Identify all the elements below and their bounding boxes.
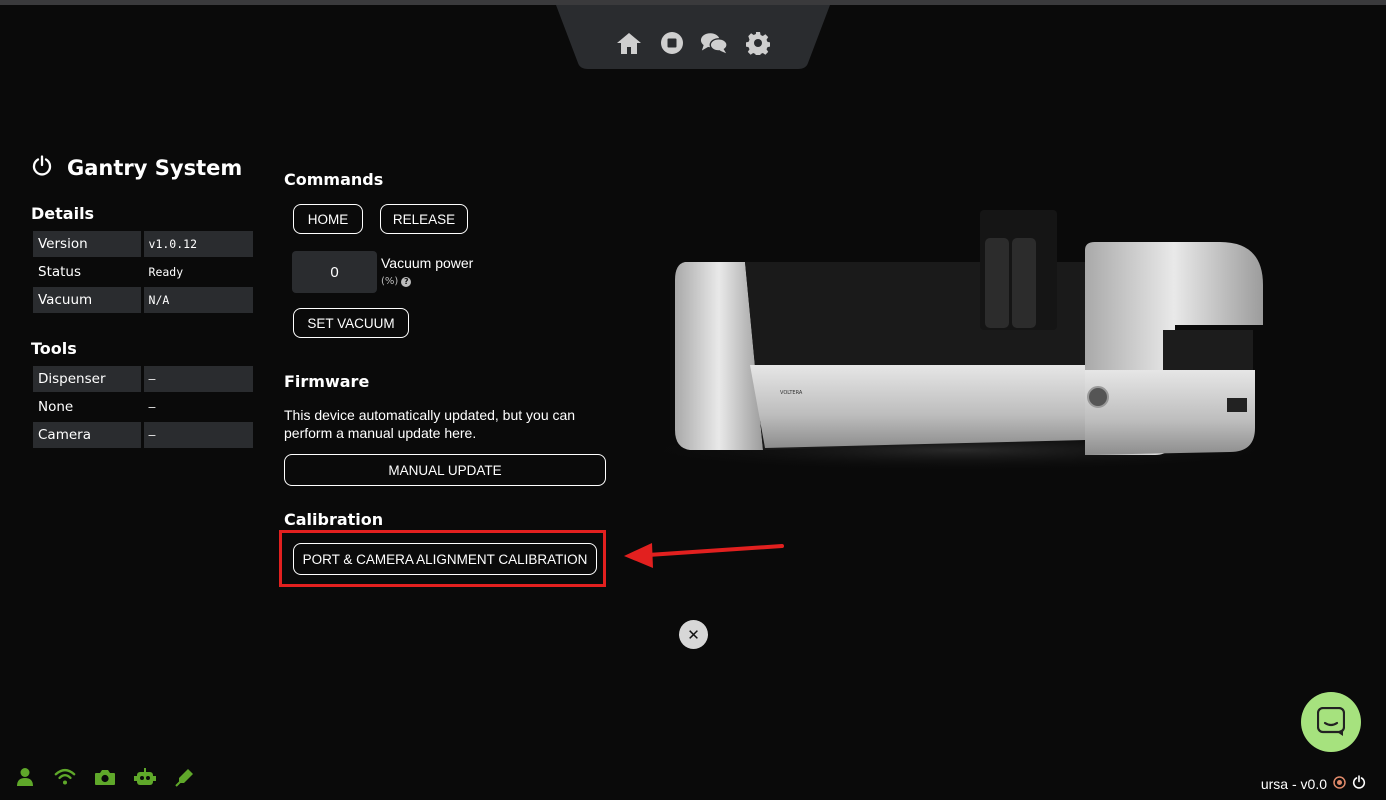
page-title: Gantry System — [67, 156, 243, 180]
commands-heading: Commands — [284, 170, 384, 189]
power-icon[interactable] — [31, 155, 53, 181]
table-row: Camera – — [33, 422, 253, 448]
tools-label: Camera — [33, 422, 141, 448]
chat-icon[interactable] — [700, 29, 728, 57]
pen-icon[interactable] — [174, 766, 196, 788]
tools-label: Dispenser — [33, 366, 141, 392]
camera-icon[interactable] — [94, 766, 116, 788]
firmware-description: This device automatically updated, but y… — [284, 407, 576, 441]
svg-text:VOLTERA: VOLTERA — [780, 390, 803, 396]
details-value: Ready — [148, 265, 184, 279]
arrow-annotation — [624, 543, 784, 568]
user-version-text: ursa - v0.0 — [1260, 775, 1327, 792]
details-value: N/A — [143, 287, 253, 313]
table-row: None – — [33, 394, 253, 420]
status-bar — [14, 766, 196, 788]
tools-label: None — [38, 399, 74, 415]
page-title-row: Gantry System — [31, 152, 242, 184]
details-heading: Details — [31, 204, 95, 223]
tools-value: – — [143, 422, 253, 448]
details-value: v1.0.12 — [143, 231, 253, 257]
wifi-icon[interactable] — [54, 766, 76, 788]
close-icon[interactable]: ✕ — [679, 620, 708, 649]
device-image: VOLTERA — [620, 210, 1300, 472]
details-label: Status — [38, 264, 82, 280]
vacuum-power-label: Vacuum power — [381, 255, 474, 271]
table-row: Vacuum N/A — [33, 287, 253, 313]
manual-update-button[interactable]: MANUAL UPDATE — [284, 454, 606, 486]
gear-icon[interactable] — [744, 29, 772, 57]
calibration-heading: Calibration — [284, 510, 384, 529]
message-icon — [1317, 707, 1345, 736]
footer-user: ursa - v0.0 — [1261, 775, 1366, 792]
highlight-box — [279, 530, 606, 587]
chat-launcher-button[interactable] — [1301, 692, 1361, 752]
top-nav — [556, 5, 830, 69]
table-row: Dispenser – — [33, 366, 253, 392]
tools-value: – — [143, 366, 253, 392]
power-icon[interactable] — [1352, 775, 1366, 792]
home-icon[interactable] — [615, 29, 643, 57]
tools-heading: Tools — [31, 339, 77, 358]
set-vacuum-button[interactable]: SET VACUUM — [293, 308, 409, 338]
tools-value: – — [148, 400, 156, 414]
details-table: Version v1.0.12 Status Ready Vacuum N/A — [33, 231, 253, 315]
robot-icon[interactable] — [134, 766, 156, 788]
vacuum-unit: (%) ? — [381, 276, 412, 287]
vacuum-unit-text: (%) — [381, 276, 399, 287]
table-row: Version v1.0.12 — [33, 231, 253, 257]
home-button[interactable]: HOME — [293, 204, 363, 234]
details-label: Vacuum — [33, 287, 141, 313]
release-button[interactable]: RELEASE — [380, 204, 468, 234]
firmware-heading: Firmware — [284, 372, 370, 391]
help-icon[interactable]: ? — [401, 276, 412, 287]
stop-icon[interactable] — [658, 29, 686, 57]
user-icon[interactable] — [14, 766, 36, 788]
vacuum-power-input[interactable] — [292, 251, 377, 293]
record-icon[interactable] — [1333, 775, 1346, 792]
table-row: Status Ready — [33, 259, 253, 285]
details-label: Version — [33, 231, 141, 257]
tools-table: Dispenser – None – Camera – — [33, 366, 253, 450]
